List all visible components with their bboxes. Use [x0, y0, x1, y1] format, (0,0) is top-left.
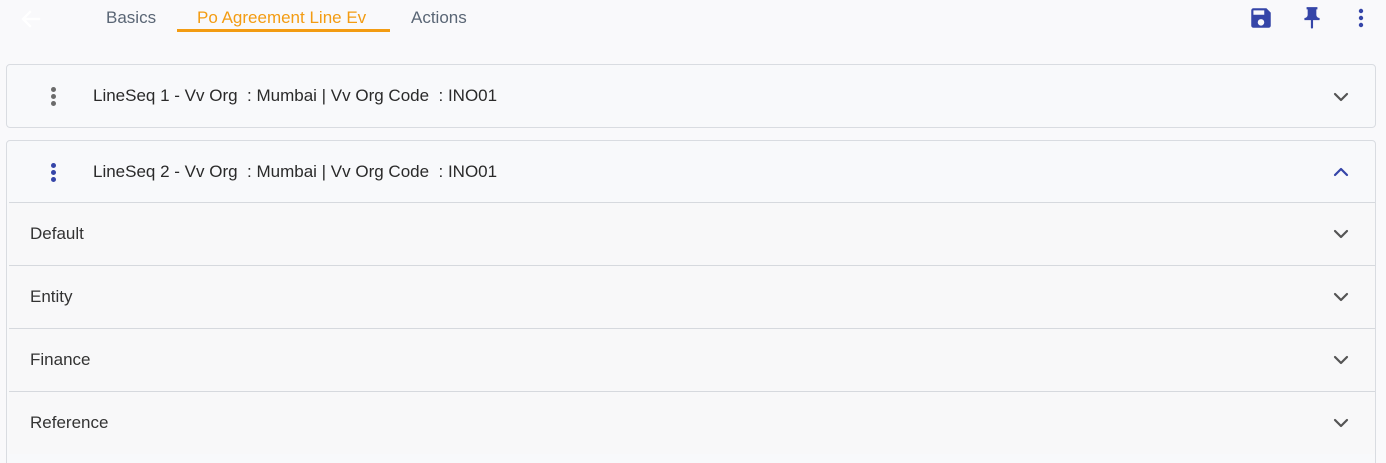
chevron-down-icon[interactable] — [1331, 224, 1351, 244]
more-vertical-icon — [1358, 8, 1364, 28]
pin-icon — [1304, 7, 1320, 29]
chevron-down-icon[interactable] — [1331, 87, 1351, 107]
line-panel-1: LineSeq 1 - Vv Org : Mumbai | Vv Org Cod… — [6, 64, 1376, 128]
back-button[interactable] — [18, 6, 44, 32]
dot — [51, 94, 56, 99]
chevron-down-icon[interactable] — [1331, 413, 1351, 433]
chevron-down-icon[interactable] — [1331, 287, 1351, 307]
section-label: Finance — [30, 350, 91, 369]
line-panel-2-header[interactable]: LineSeq 2 - Vv Org : Mumbai | Vv Org Cod… — [7, 141, 1375, 203]
line-2-title: LineSeq 2 - Vv Org : Mumbai | Vv Org Cod… — [93, 162, 498, 181]
dot — [51, 101, 56, 106]
dot — [51, 177, 56, 182]
chevron-down-icon[interactable] — [1331, 350, 1351, 370]
pin-button[interactable] — [1299, 5, 1325, 31]
section-label: Entity — [30, 287, 73, 306]
section-label: Reference — [30, 413, 109, 432]
line-1-title: LineSeq 1 - Vv Org : Mumbai | Vv Org Cod… — [93, 86, 498, 105]
tab-actions[interactable]: Actions — [411, 8, 467, 28]
save-button[interactable] — [1248, 5, 1274, 31]
line-1-menu-button[interactable] — [47, 85, 59, 107]
dot — [51, 163, 56, 168]
line-panel-2: LineSeq 2 - Vv Org : Mumbai | Vv Org Cod… — [6, 140, 1376, 463]
active-tab-indicator — [177, 29, 390, 32]
line-2-menu-button[interactable] — [47, 161, 59, 183]
dot — [51, 170, 56, 175]
dot — [51, 87, 56, 92]
section-entity[interactable]: Entity — [9, 265, 1375, 328]
section-label: Default — [30, 224, 84, 243]
section-default[interactable]: Default — [9, 202, 1375, 265]
arrow-left-icon — [21, 10, 41, 28]
line-panel-1-header[interactable]: LineSeq 1 - Vv Org : Mumbai | Vv Org Cod… — [7, 65, 1375, 127]
tab-basics[interactable]: Basics — [106, 8, 156, 28]
tab-po-agreement-line-ev[interactable]: Po Agreement Line Ev — [197, 8, 366, 28]
top-bar: Basics Po Agreement Line Ev Actions — [0, 0, 1386, 40]
section-reference[interactable]: Reference — [9, 391, 1375, 454]
save-icon — [1251, 8, 1271, 28]
chevron-up-icon[interactable] — [1331, 162, 1351, 182]
section-finance[interactable]: Finance — [9, 328, 1375, 391]
more-options-button[interactable] — [1348, 5, 1374, 31]
